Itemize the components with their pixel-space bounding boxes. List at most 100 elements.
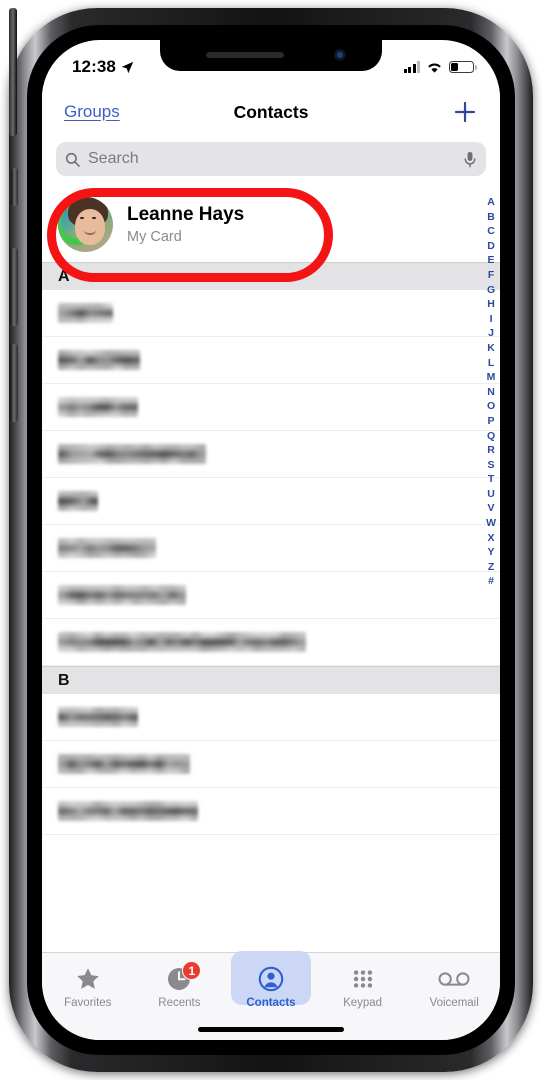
home-indicator xyxy=(198,1027,344,1032)
contact-row[interactable] xyxy=(42,431,500,478)
contact-name-redacted xyxy=(58,754,190,774)
index-letter-G[interactable]: G xyxy=(487,283,495,298)
contact-sections: AB xyxy=(42,262,500,835)
contact-row[interactable] xyxy=(42,525,500,572)
tab-label: Favorites xyxy=(64,997,111,1009)
contact-name-redacted xyxy=(58,303,113,323)
recents-badge: 1 xyxy=(182,961,201,980)
index-letter-F[interactable]: F xyxy=(488,268,494,283)
index-letter-C[interactable]: C xyxy=(487,224,495,239)
contact-name-redacted xyxy=(58,538,156,558)
battery-fill xyxy=(451,63,458,70)
power-button[interactable] xyxy=(9,8,17,136)
index-letter-O[interactable]: O xyxy=(487,399,495,414)
volume-down-button[interactable] xyxy=(10,344,18,422)
index-letter-P[interactable]: P xyxy=(488,414,495,429)
nav-bar: Groups Contacts xyxy=(42,86,500,138)
microphone-icon[interactable] xyxy=(463,151,477,168)
index-letter-V[interactable]: V xyxy=(488,501,495,516)
index-letter-M[interactable]: M xyxy=(487,370,496,385)
index-letter-D[interactable]: D xyxy=(487,239,495,254)
plus-icon[interactable] xyxy=(452,99,478,125)
keypad-dots-icon xyxy=(351,964,375,994)
my-card-subtitle: My Card xyxy=(127,229,244,245)
contact-name-redacted xyxy=(58,632,306,652)
index-letter-J[interactable]: J xyxy=(488,326,494,341)
search-icon xyxy=(65,152,80,167)
front-camera-icon xyxy=(334,49,346,61)
index-letter-I[interactable]: I xyxy=(490,312,493,327)
contact-name-redacted xyxy=(58,491,98,511)
contact-row[interactable] xyxy=(42,694,500,741)
battery-icon xyxy=(449,61,474,73)
contact-name-redacted xyxy=(58,585,186,605)
alphabet-index[interactable]: A B C D E F G H I J K L M N O P Q R S T U V W X Y Z # xyxy=(486,195,496,589)
contact-row[interactable] xyxy=(42,572,500,619)
index-letter-E[interactable]: E xyxy=(488,253,495,268)
voicemail-icon xyxy=(438,964,470,994)
my-card-row[interactable]: Leanne Hays My Card xyxy=(42,186,500,262)
tab-label: Recents xyxy=(158,997,200,1009)
phone-frame: 12:38 Groups Contacts Search Leanne Hays… xyxy=(9,8,533,1072)
tab-recents[interactable]: 1 Recents xyxy=(134,960,226,1009)
star-icon xyxy=(75,964,101,994)
wifi-icon xyxy=(426,61,443,74)
index-letter-Q[interactable]: Q xyxy=(487,429,495,444)
tab-label: Keypad xyxy=(343,997,382,1009)
index-letter-S[interactable]: S xyxy=(488,458,495,473)
search-input[interactable]: Search xyxy=(56,142,486,176)
index-letter-T[interactable]: T xyxy=(488,472,494,487)
index-letter-X[interactable]: X xyxy=(488,531,495,546)
index-letter-H[interactable]: H xyxy=(487,297,495,312)
groups-button[interactable]: Groups xyxy=(64,102,120,122)
status-left-group: 12:38 xyxy=(72,57,134,77)
status-bar-time: 12:38 xyxy=(72,57,116,77)
location-arrow-icon xyxy=(121,61,134,74)
contact-row[interactable] xyxy=(42,384,500,431)
contact-row[interactable] xyxy=(42,290,500,337)
section-header-A: A xyxy=(42,262,500,290)
tab-favorites[interactable]: Favorites xyxy=(42,960,134,1009)
contact-row[interactable] xyxy=(42,337,500,384)
index-letter-B[interactable]: B xyxy=(487,210,495,225)
tab-keypad[interactable]: Keypad xyxy=(317,960,409,1009)
person-circle-icon xyxy=(258,964,284,994)
index-letter-K[interactable]: K xyxy=(487,341,495,356)
search-section: Search xyxy=(42,138,500,186)
contact-row[interactable] xyxy=(42,619,500,666)
contact-row[interactable] xyxy=(42,741,500,788)
index-letter-W[interactable]: W xyxy=(486,516,496,531)
index-letter-N[interactable]: N xyxy=(487,385,495,400)
index-letter-Y[interactable]: Y xyxy=(488,545,495,560)
contact-name-redacted xyxy=(58,397,138,417)
contact-row[interactable] xyxy=(42,478,500,525)
tab-voicemail[interactable]: Voicemail xyxy=(408,960,500,1009)
my-card-name: Leanne Hays xyxy=(127,204,244,226)
contact-row[interactable] xyxy=(42,788,500,835)
tab-label: Voicemail xyxy=(430,997,479,1009)
contact-list[interactable]: Leanne Hays My Card AB xyxy=(42,186,500,952)
contact-name-redacted xyxy=(58,350,140,370)
index-letter-Z[interactable]: Z xyxy=(488,560,494,575)
my-card-text: Leanne Hays My Card xyxy=(127,204,244,245)
page-title: Contacts xyxy=(234,102,309,123)
status-right-group xyxy=(404,61,475,74)
clock-icon: 1 xyxy=(166,964,192,994)
cellular-signal-icon xyxy=(404,61,421,73)
avatar xyxy=(58,197,113,252)
index-letter-hash[interactable]: # xyxy=(488,574,494,589)
search-placeholder: Search xyxy=(88,150,455,168)
contact-name-redacted xyxy=(58,444,206,464)
notch xyxy=(160,40,382,71)
index-letter-A[interactable]: A xyxy=(487,195,495,210)
index-letter-R[interactable]: R xyxy=(487,443,495,458)
index-letter-U[interactable]: U xyxy=(487,487,495,502)
section-header-B: B xyxy=(42,666,500,694)
phone-screen: 12:38 Groups Contacts Search Leanne Hays… xyxy=(42,40,500,1040)
mute-switch[interactable] xyxy=(11,168,18,206)
index-letter-L[interactable]: L xyxy=(488,356,494,371)
volume-up-button[interactable] xyxy=(10,248,18,326)
tab-contacts[interactable]: Contacts xyxy=(225,960,317,1009)
contact-name-redacted xyxy=(58,801,198,821)
contact-name-redacted xyxy=(58,707,138,727)
